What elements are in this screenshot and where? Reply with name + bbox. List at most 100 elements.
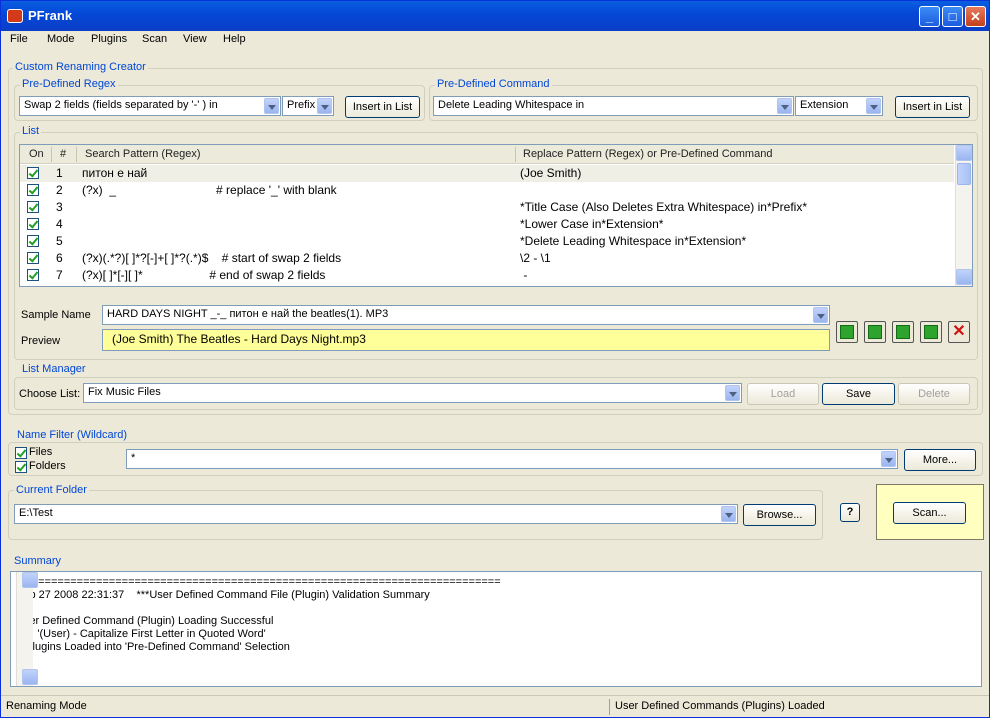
arrow-down-icon bbox=[924, 325, 938, 339]
menu-file[interactable]: File bbox=[10, 33, 28, 45]
chevron-down-icon[interactable] bbox=[264, 98, 279, 114]
command-scope-value: Extension bbox=[800, 99, 849, 111]
predefined-regex-label: Pre-Defined Regex bbox=[20, 78, 118, 90]
row-enabled-checkbox[interactable] bbox=[27, 269, 39, 281]
more-button[interactable]: More... bbox=[904, 449, 976, 471]
list-scrollbar[interactable] bbox=[955, 145, 972, 286]
row-number: 2 bbox=[56, 183, 63, 197]
row-replace-pattern: *Lower Case in*Extension* bbox=[520, 217, 664, 231]
summary-scrollbar[interactable] bbox=[16, 572, 38, 686]
row-enabled-checkbox[interactable] bbox=[27, 184, 39, 196]
col-replace[interactable]: Replace Pattern (Regex) or Pre-Defined C… bbox=[523, 148, 772, 160]
move-down-button[interactable] bbox=[920, 321, 942, 343]
app-window: PFrank _ □ ✕ File Mode Plugins Scan View… bbox=[0, 0, 990, 718]
title-bar: PFrank _ □ ✕ bbox=[1, 1, 989, 31]
name-filter-select[interactable]: * bbox=[126, 449, 898, 469]
regex-scope-value: Prefix bbox=[287, 99, 316, 111]
custom-renaming-creator-label: Custom Renaming Creator bbox=[13, 61, 148, 73]
menu-view[interactable]: View bbox=[183, 33, 207, 45]
folders-checkbox[interactable] bbox=[15, 461, 27, 473]
menu-mode[interactable]: Mode bbox=[47, 33, 75, 45]
sample-name-select[interactable]: HARD DAYS NIGHT _-_ питон е най the beat… bbox=[102, 305, 830, 325]
maximize-button[interactable]: □ bbox=[942, 6, 963, 27]
row-number: 4 bbox=[56, 217, 63, 231]
window-title: PFrank bbox=[28, 8, 73, 23]
row-number: 1 bbox=[56, 166, 63, 180]
row-enabled-checkbox[interactable] bbox=[27, 252, 39, 264]
browse-button[interactable]: Browse... bbox=[743, 504, 816, 526]
scroll-up-icon[interactable] bbox=[956, 145, 972, 161]
chevron-down-icon[interactable] bbox=[866, 98, 881, 114]
chevron-down-icon[interactable] bbox=[881, 451, 896, 467]
row-search-pattern: (?x)[ ]*[-][ ]* # end of swap 2 fields bbox=[82, 268, 326, 282]
table-row[interactable]: 4 *Lower Case in*Extension* bbox=[20, 216, 954, 233]
files-checkbox[interactable] bbox=[15, 447, 27, 459]
row-enabled-checkbox[interactable] bbox=[27, 167, 39, 179]
row-replace-pattern: (Joe Smith) bbox=[520, 166, 582, 180]
regex-scope-select[interactable]: Prefix bbox=[282, 96, 334, 116]
menu-plugins[interactable]: Plugins bbox=[91, 33, 127, 45]
name-filter-value: * bbox=[131, 452, 136, 464]
delete-row-button[interactable]: ✕ bbox=[948, 321, 970, 343]
scroll-down-icon[interactable] bbox=[956, 269, 972, 285]
col-search[interactable]: Search Pattern (Regex) bbox=[85, 148, 201, 160]
rules-table[interactable]: On # Search Pattern (Regex) Replace Patt… bbox=[19, 144, 973, 287]
regex-insert-button[interactable]: Insert in List bbox=[345, 96, 420, 118]
row-number: 6 bbox=[56, 251, 63, 265]
row-enabled-checkbox[interactable] bbox=[27, 218, 39, 230]
table-row[interactable]: 2 (?x) _ # replace '_' with blank bbox=[20, 182, 954, 199]
row-replace-pattern: - bbox=[520, 268, 528, 282]
arrow-up-bar-icon bbox=[840, 325, 854, 339]
current-folder-select[interactable]: E:\Test bbox=[14, 504, 738, 524]
chevron-down-icon[interactable] bbox=[721, 506, 736, 522]
move-up-button[interactable] bbox=[892, 321, 914, 343]
load-button[interactable]: Load bbox=[747, 383, 819, 405]
rules-table-header: On # Search Pattern (Regex) Replace Patt… bbox=[20, 145, 954, 164]
table-row[interactable]: 6 (?x)(.*?)[ ]*?[-]+[ ]*?(.*)$ # start of… bbox=[20, 250, 954, 267]
chevron-down-icon[interactable] bbox=[813, 307, 828, 323]
col-num[interactable]: # bbox=[60, 148, 66, 160]
scroll-thumb[interactable] bbox=[957, 163, 971, 185]
table-row[interactable]: 1 питон е най (Joe Smith) bbox=[20, 165, 954, 182]
summary-line: Sep 27 2008 22:31:37 ***User Defined Com… bbox=[16, 589, 430, 601]
scan-button[interactable]: Scan... bbox=[893, 502, 966, 524]
table-row[interactable]: 3 *Title Case (Also Deletes Extra Whitesp… bbox=[20, 199, 954, 216]
summary-log[interactable]: |=======================================… bbox=[10, 571, 982, 687]
chevron-down-icon[interactable] bbox=[777, 98, 792, 114]
command-scope-select[interactable]: Extension bbox=[795, 96, 883, 116]
sample-name-label: Sample Name bbox=[21, 309, 91, 321]
row-replace-pattern: *Delete Leading Whitespace in*Extension* bbox=[520, 234, 747, 248]
row-replace-pattern: \2 - \1 bbox=[520, 251, 551, 265]
close-button[interactable]: ✕ bbox=[965, 6, 986, 27]
row-number: 7 bbox=[56, 268, 63, 282]
help-button[interactable]: ? bbox=[840, 503, 860, 522]
scroll-up-icon[interactable] bbox=[22, 572, 38, 588]
table-row[interactable]: 7 (?x)[ ]*[-][ ]* # end of swap 2 fields … bbox=[20, 267, 954, 284]
move-bottom-button[interactable] bbox=[864, 321, 886, 343]
table-row[interactable]: 5 *Delete Leading Whitespace in*Extension… bbox=[20, 233, 954, 250]
menu-help[interactable]: Help bbox=[223, 33, 246, 45]
predefined-regex-select[interactable]: Swap 2 fields (fields separated by '-' )… bbox=[19, 96, 281, 116]
scroll-down-icon[interactable] bbox=[22, 669, 38, 685]
row-enabled-checkbox[interactable] bbox=[27, 201, 39, 213]
arrow-down-bar-icon bbox=[868, 325, 882, 339]
predefined-command-value: Delete Leading Whitespace in bbox=[438, 99, 585, 111]
minimize-button[interactable]: _ bbox=[919, 6, 940, 27]
move-top-button[interactable] bbox=[836, 321, 858, 343]
chevron-down-icon[interactable] bbox=[317, 98, 332, 114]
summary-line: |=======================================… bbox=[16, 576, 501, 588]
choose-list-select[interactable]: Fix Music Files bbox=[83, 383, 742, 403]
row-enabled-checkbox[interactable] bbox=[27, 235, 39, 247]
status-mode: Renaming Mode bbox=[6, 700, 87, 712]
row-number: 3 bbox=[56, 200, 63, 214]
col-on[interactable]: On bbox=[29, 148, 44, 160]
save-button[interactable]: Save bbox=[822, 383, 895, 405]
chevron-down-icon[interactable] bbox=[725, 385, 740, 401]
predefined-command-select[interactable]: Delete Leading Whitespace in bbox=[433, 96, 794, 116]
app-icon bbox=[7, 9, 23, 23]
menu-scan[interactable]: Scan bbox=[142, 33, 167, 45]
name-filter-label: Name Filter (Wildcard) bbox=[15, 429, 130, 441]
delete-list-button[interactable]: Delete bbox=[898, 383, 970, 405]
delete-x-icon: ✕ bbox=[952, 323, 966, 340]
command-insert-button[interactable]: Insert in List bbox=[895, 96, 970, 118]
